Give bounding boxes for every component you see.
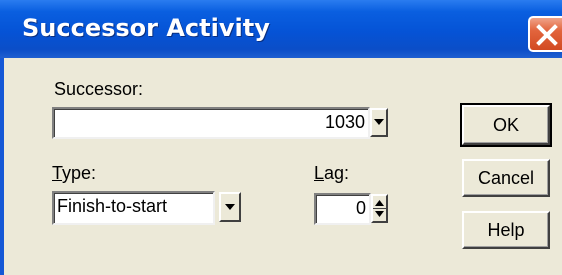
type-label-rest: ype: <box>62 163 97 183</box>
cancel-button[interactable]: Cancel <box>462 159 550 197</box>
lag-value: 0 <box>355 198 366 218</box>
dialog-title: Successor Activity <box>22 14 270 42</box>
successor-activity-dialog: Successor Activity Successor: 1030 Type:… <box>0 0 562 275</box>
lag-input[interactable]: 0 <box>314 193 371 225</box>
successor-label: Successor: <box>54 79 144 99</box>
successor-dropdown-button[interactable] <box>370 108 388 137</box>
successor-value: 1030 <box>324 112 365 132</box>
close-button[interactable] <box>528 16 562 52</box>
help-button[interactable]: Help <box>462 211 550 249</box>
successor-combo-field[interactable]: 1030 <box>52 107 370 139</box>
ok-button[interactable]: OK <box>460 103 552 147</box>
lag-spin-button[interactable] <box>371 194 388 223</box>
type-select[interactable]: Finish-to-start <box>52 191 215 225</box>
title-bar[interactable]: Successor Activity <box>0 0 562 58</box>
lag-label-rest: ag: <box>324 163 350 183</box>
type-label-hotkey: T <box>52 163 63 183</box>
type-dropdown-button[interactable] <box>219 192 241 222</box>
type-label: Type: <box>52 162 96 184</box>
lag-label-hotkey: L <box>314 163 325 183</box>
lag-label: Lag: <box>314 162 349 184</box>
type-value: Finish-to-start <box>57 196 168 216</box>
window-border <box>0 58 4 275</box>
